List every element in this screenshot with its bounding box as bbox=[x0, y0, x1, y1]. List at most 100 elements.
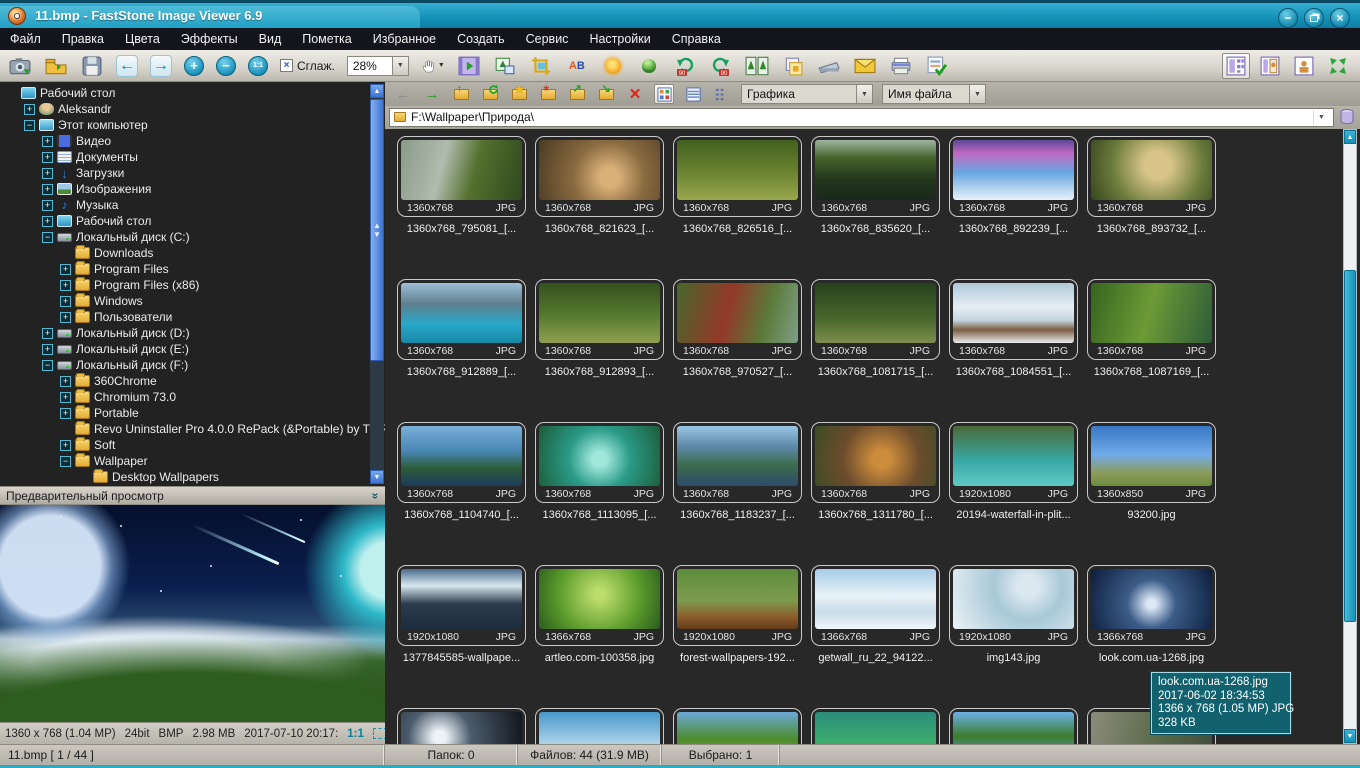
previous-image-icon[interactable]: ← bbox=[116, 55, 138, 77]
tree-scrollbar[interactable]: ▲ ▲▼ ▼ bbox=[370, 84, 384, 484]
tree-item[interactable]: 360Chrome bbox=[0, 373, 385, 389]
expand-icon[interactable] bbox=[24, 104, 35, 115]
file-item[interactable]: 1360x768JPG1360x768_912893_[... bbox=[535, 279, 664, 422]
next-image-icon[interactable]: → bbox=[150, 55, 172, 77]
file-item[interactable]: 1920x1080JPGforest-wallpapers-192... bbox=[673, 565, 802, 708]
tree-scrollbar-thumb[interactable]: ▲▼ bbox=[370, 99, 384, 361]
filter-combo-arrow-icon[interactable]: ▼ bbox=[856, 85, 872, 103]
move-to-folder-icon[interactable]: ↗ bbox=[567, 84, 587, 104]
zoom-in-icon[interactable]: + bbox=[184, 56, 204, 76]
expand-icon[interactable] bbox=[60, 376, 71, 387]
expand-icon[interactable] bbox=[60, 264, 71, 275]
menu-settings[interactable]: Настройки bbox=[589, 32, 650, 46]
scan-icon[interactable] bbox=[817, 54, 841, 78]
tree-item[interactable]: Portable bbox=[0, 405, 385, 421]
file-item[interactable]: 1360x768JPG1360x768_826516_[... bbox=[673, 136, 802, 279]
tree-item[interactable]: ♪Музыка bbox=[0, 197, 385, 213]
file-item[interactable] bbox=[397, 708, 526, 744]
tree-item[interactable]: Видео bbox=[0, 133, 385, 149]
expand-icon[interactable] bbox=[60, 408, 71, 419]
file-filter-combo[interactable]: Графика ▼ bbox=[741, 84, 873, 104]
file-item[interactable]: 1360x768JPG1360x768_892239_[... bbox=[949, 136, 1078, 279]
file-item[interactable]: 1360x850JPG93200.jpg bbox=[1087, 422, 1216, 565]
menu-create[interactable]: Создать bbox=[457, 32, 505, 46]
grid-scrollbar[interactable]: ▲ ▼ bbox=[1343, 129, 1357, 744]
file-item[interactable]: 1360x768JPG1360x768_795081_[... bbox=[397, 136, 526, 279]
expand-icon[interactable] bbox=[42, 200, 53, 211]
file-item[interactable] bbox=[535, 708, 664, 744]
tree-item[interactable]: Локальный диск (F:) bbox=[0, 357, 385, 373]
scroll-up-icon[interactable]: ▲ bbox=[370, 84, 384, 98]
tree-item[interactable]: Пользователи bbox=[0, 309, 385, 325]
file-item[interactable]: 1360x768JPG1360x768_1087169_[... bbox=[1087, 279, 1216, 422]
menu-tools[interactable]: Сервис bbox=[526, 32, 569, 46]
tree-item[interactable]: Desktop Wallpapers bbox=[0, 469, 385, 485]
adjust-lighting-icon[interactable] bbox=[601, 54, 625, 78]
expand-icon[interactable] bbox=[42, 328, 53, 339]
tree-item[interactable]: Рабочий стол bbox=[0, 85, 385, 101]
slideshow-icon[interactable] bbox=[457, 54, 481, 78]
expand-icon[interactable] bbox=[42, 168, 53, 179]
browser-layout-icon[interactable] bbox=[1222, 53, 1250, 79]
address-field[interactable]: F:\Wallpaper\Природа\ ▼ bbox=[389, 108, 1334, 127]
zoom-percent-combo[interactable]: 28% ▼ bbox=[347, 56, 409, 76]
file-item[interactable]: 1920x1080JPG20194-waterfall-in-plit... bbox=[949, 422, 1078, 565]
menu-effects[interactable]: Эффекты bbox=[181, 32, 238, 46]
favorites-folder-icon[interactable]: ★ bbox=[509, 84, 529, 104]
file-item[interactable] bbox=[811, 708, 940, 744]
file-item[interactable]: 1360x768JPG1360x768_912889_[... bbox=[397, 279, 526, 422]
file-item[interactable]: 1360x768JPG1360x768_1183237_[... bbox=[673, 422, 802, 565]
tree-item[interactable]: Рабочий стол bbox=[0, 213, 385, 229]
save-icon[interactable] bbox=[80, 54, 104, 78]
expand-icon[interactable] bbox=[60, 296, 71, 307]
minimize-button[interactable]: − bbox=[1278, 8, 1298, 28]
file-item[interactable]: 1360x768JPG1360x768_821623_[... bbox=[535, 136, 664, 279]
settings-check-icon[interactable] bbox=[925, 54, 949, 78]
menu-help[interactable]: Справка bbox=[672, 32, 721, 46]
compare-images-icon[interactable] bbox=[745, 54, 769, 78]
recycle-bin-icon[interactable] bbox=[1338, 108, 1356, 126]
collapse-icon[interactable] bbox=[42, 232, 53, 243]
tree-item[interactable]: Windows bbox=[0, 293, 385, 309]
smooth-checkbox-group[interactable]: × Сглаж. bbox=[280, 59, 335, 73]
file-item[interactable]: 1920x1080JPGimg143.jpg bbox=[949, 565, 1078, 708]
tree-item[interactable]: Локальный диск (E:) bbox=[0, 341, 385, 357]
file-item[interactable]: 1360x768JPG1360x768_893732_[... bbox=[1087, 136, 1216, 279]
expand-icon[interactable] bbox=[42, 152, 53, 163]
zoom-out-icon[interactable]: − bbox=[216, 56, 236, 76]
image-view-icon[interactable] bbox=[1290, 53, 1318, 79]
grid-scrollbar-thumb[interactable] bbox=[1344, 270, 1356, 622]
up-folder-icon[interactable]: ↑ bbox=[451, 84, 471, 104]
expand-icon[interactable] bbox=[42, 344, 53, 355]
address-dropdown-icon[interactable]: ▼ bbox=[1313, 110, 1329, 125]
file-item[interactable]: 1360x768JPG1360x768_835620_[... bbox=[811, 136, 940, 279]
menu-view[interactable]: Вид bbox=[259, 32, 282, 46]
menu-edit[interactable]: Правка bbox=[62, 32, 104, 46]
actual-size-icon[interactable]: 1:1 bbox=[248, 56, 268, 76]
rotate-right-icon[interactable]: 90 bbox=[709, 54, 733, 78]
file-item[interactable]: 1366x768JPGartleo.com-100358.jpg bbox=[535, 565, 664, 708]
scroll-down-icon[interactable]: ▼ bbox=[1344, 729, 1356, 743]
open-folder-icon[interactable] bbox=[44, 54, 68, 78]
file-item[interactable] bbox=[673, 708, 802, 744]
rotate-left-icon[interactable]: 90 bbox=[673, 54, 697, 78]
menu-file[interactable]: Файл bbox=[10, 32, 41, 46]
tree-item[interactable]: Downloads bbox=[0, 245, 385, 261]
sort-combo-arrow-icon[interactable]: ▼ bbox=[969, 85, 985, 103]
menu-favorites[interactable]: Избранное bbox=[373, 32, 436, 46]
expand-icon[interactable] bbox=[60, 392, 71, 403]
collapse-icon[interactable] bbox=[60, 456, 71, 467]
tree-item[interactable]: Локальный диск (D:) bbox=[0, 325, 385, 341]
scroll-down-icon[interactable]: ▼ bbox=[370, 470, 384, 484]
print-icon[interactable] bbox=[889, 54, 913, 78]
tree-item[interactable]: Soft bbox=[0, 437, 385, 453]
tree-item[interactable]: Документы bbox=[0, 149, 385, 165]
file-item[interactable]: 1366x768JPGgetwall_ru_22_94122... bbox=[811, 565, 940, 708]
preview-layout-icon[interactable] bbox=[1256, 53, 1284, 79]
draw-board-icon[interactable]: AB bbox=[565, 54, 589, 78]
sort-combo[interactable]: Имя файла ▼ bbox=[882, 84, 986, 104]
tree-item[interactable]: Program Files (x86) bbox=[0, 277, 385, 293]
copy-move-icon[interactable] bbox=[781, 54, 805, 78]
fullscreen-icon[interactable] bbox=[1324, 53, 1352, 79]
adjust-colors-icon[interactable] bbox=[637, 54, 661, 78]
